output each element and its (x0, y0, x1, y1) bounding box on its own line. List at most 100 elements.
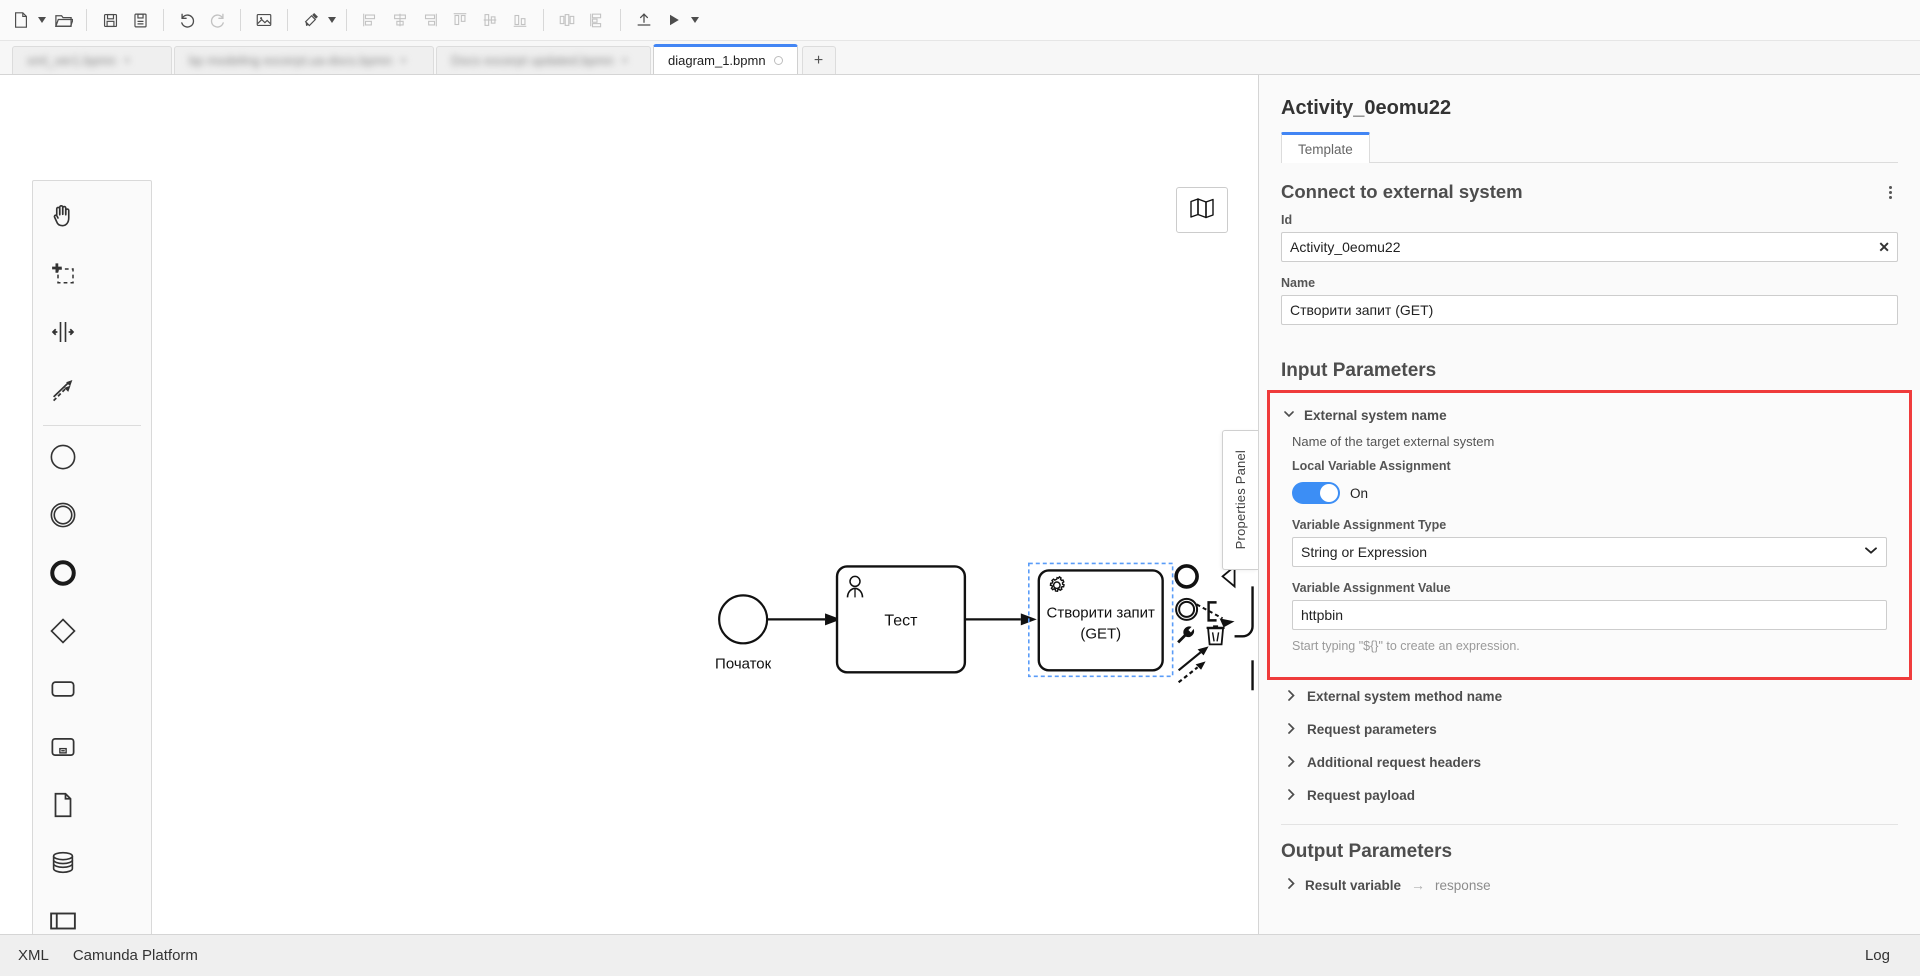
bpmn-service-task-selected[interactable]: Створити запит (GET) (1028, 562, 1174, 678)
bpmn-diagram[interactable]: Початок Тест Створити запит (GET) (0, 75, 1258, 934)
save-as-diagram-button[interactable] (125, 5, 155, 35)
start-event-label: Початок (715, 655, 772, 672)
local-variable-assignment-toggle[interactable] (1292, 482, 1340, 504)
tab-diagram-1-bpmn[interactable]: diagram_1.bpmn (653, 44, 798, 74)
palette-connect-tool[interactable] (33, 363, 93, 421)
redo-button[interactable] (202, 5, 232, 35)
bpmn-sequence-flow-1[interactable] (767, 613, 842, 626)
bpmn-canvas[interactable]: Properties Panel Початок Тест Створити з… (0, 75, 1258, 934)
new-diagram-button[interactable] (6, 5, 36, 35)
export-image-button[interactable] (249, 5, 279, 35)
accordion-external-system-method-name[interactable]: External system method name (1273, 680, 1920, 713)
palette-start-event[interactable] (33, 430, 93, 488)
palette-subprocess[interactable] (33, 720, 93, 778)
palette-data-object[interactable] (33, 778, 93, 836)
start-event-icon (48, 442, 78, 477)
name-textarea[interactable] (1281, 295, 1898, 325)
bpmn-start-event[interactable]: Початок (715, 594, 772, 672)
end-event-icon (48, 558, 78, 593)
external-system-name-highlight: External system name Name of the target … (1267, 390, 1912, 680)
set-color-caret-icon[interactable] (326, 5, 338, 35)
palette-intermediate-event[interactable] (33, 488, 93, 546)
accordion-additional-request-headers[interactable]: Additional request headers (1273, 746, 1920, 779)
accordion-request-parameters[interactable]: Request parameters (1273, 713, 1920, 746)
tab-label: xml_ver1.bpmn (27, 53, 116, 68)
gateway-icon (48, 616, 78, 651)
distribute-horizontally-button[interactable] (552, 5, 582, 35)
connect-arrow-icon[interactable] (1177, 646, 1209, 684)
accordion-external-system-name[interactable]: External system name (1270, 399, 1909, 432)
status-engine-profile[interactable]: Camunda Platform (61, 947, 210, 964)
variable-assignment-value-textarea[interactable] (1292, 600, 1887, 630)
tab-bp-modeling-excerpt[interactable]: bp modeling excerpt.ua-docs.bpmn × (174, 46, 434, 74)
kebab-menu-icon[interactable] (1883, 182, 1898, 203)
toolbar-divider (163, 9, 164, 31)
palette-participant[interactable] (33, 894, 93, 934)
set-color-button[interactable] (296, 5, 326, 35)
tab-close-icon[interactable]: × (124, 55, 130, 67)
palette-divider (43, 425, 141, 426)
palette-gateway[interactable] (33, 604, 93, 662)
palette-hand-tool[interactable] (33, 189, 93, 247)
new-diagram-caret-icon[interactable] (36, 5, 48, 35)
id-field-group: Id ✕ (1259, 213, 1920, 276)
undo-button[interactable] (172, 5, 202, 35)
accordion-label: Additional request headers (1307, 755, 1482, 770)
delete-trash-icon[interactable] (1206, 625, 1225, 646)
align-center-button[interactable] (385, 5, 415, 35)
align-middle-button[interactable] (475, 5, 505, 35)
variable-assignment-value-group: Variable Assignment Value Start typing "… (1270, 581, 1909, 667)
data-store-icon (48, 848, 78, 883)
tab-unsaved-indicator-icon[interactable] (773, 56, 783, 65)
bpmn-user-task[interactable]: Тест (835, 565, 967, 674)
toolbar-divider (287, 9, 288, 31)
status-xml-button[interactable]: XML (18, 947, 61, 964)
variable-assignment-type-select[interactable]: String or Expression (1292, 537, 1887, 567)
palette-data-store[interactable] (33, 836, 93, 894)
tab-template[interactable]: Template (1281, 132, 1370, 163)
name-field-group: Name (1259, 276, 1920, 344)
local-variable-assignment-state: On (1350, 485, 1369, 501)
palette-task[interactable] (33, 662, 93, 720)
properties-panel-toggle-label: Properties Panel (1233, 450, 1248, 550)
bpmn-context-pad[interactable] (1174, 564, 1236, 684)
clear-id-icon[interactable]: ✕ (1878, 240, 1890, 254)
workspace: Properties Panel Початок Тест Створити з… (0, 75, 1920, 934)
align-bottom-button[interactable] (505, 5, 535, 35)
palette-end-event[interactable] (33, 546, 93, 604)
accordion-result-variable[interactable]: Result variable → response (1273, 867, 1920, 903)
tab-close-icon[interactable]: × (400, 55, 406, 67)
align-left-button[interactable] (355, 5, 385, 35)
start-instance-caret-icon[interactable] (689, 5, 701, 35)
space-tool-icon (48, 317, 78, 352)
start-instance-button[interactable] (659, 5, 689, 35)
accordion-label: External system method name (1307, 689, 1503, 704)
data-object-icon (48, 790, 78, 825)
new-tab-button[interactable]: + (801, 46, 836, 74)
distribute-vertically-button[interactable] (582, 5, 612, 35)
palette-lasso-tool[interactable] (33, 247, 93, 305)
tab-xml-ver1[interactable]: xml_ver1.bpmn × (12, 46, 172, 74)
tab-docs-excerpt-updated[interactable]: Docs excerpt updated.bpmn × (436, 46, 651, 74)
output-groups: Result variable → response (1259, 867, 1920, 903)
bpmn-sequence-flow-2[interactable] (964, 613, 1037, 626)
minimap-toggle-button[interactable] (1176, 187, 1228, 233)
accordion-request-payload[interactable]: Request payload (1273, 779, 1920, 812)
palette-space-tool[interactable] (33, 305, 93, 363)
id-input[interactable] (1281, 232, 1898, 262)
id-field-label: Id (1281, 213, 1293, 227)
deploy-button[interactable] (629, 5, 659, 35)
align-right-button[interactable] (415, 5, 445, 35)
toolbar-divider (346, 9, 347, 31)
tab-close-icon[interactable]: × (622, 55, 628, 67)
align-top-button[interactable] (445, 5, 475, 35)
properties-header: Activity_0eomu22 Template (1259, 75, 1920, 163)
chevron-right-icon (1287, 722, 1297, 737)
output-parameters-title: Output Parameters (1281, 841, 1453, 862)
status-log-button[interactable]: Log (1853, 947, 1902, 964)
change-type-wrench-icon[interactable] (1177, 626, 1195, 644)
open-diagram-button[interactable] (48, 5, 78, 35)
save-diagram-button[interactable] (95, 5, 125, 35)
properties-panel-toggle[interactable]: Properties Panel (1222, 430, 1258, 570)
input-parameters-title: Input Parameters (1281, 360, 1437, 381)
